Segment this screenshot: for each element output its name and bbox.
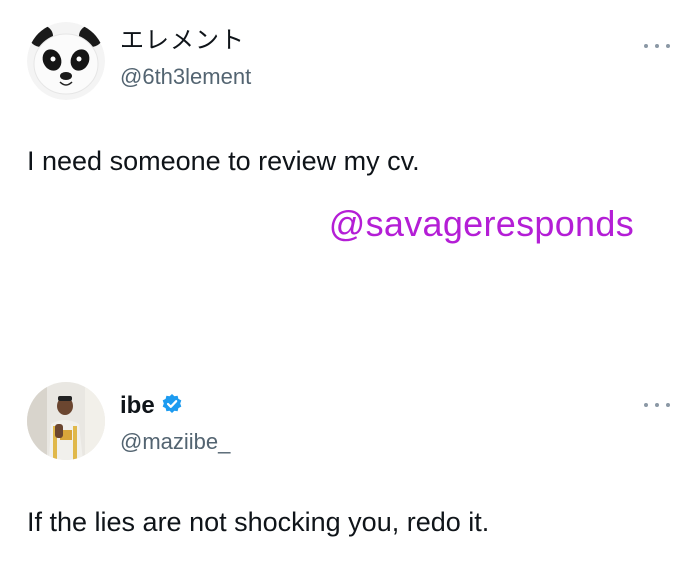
dot [655, 44, 659, 48]
tweet-text: If the lies are not shocking you, redo i… [27, 507, 490, 537]
dot [666, 44, 670, 48]
verified-badge-icon[interactable] [161, 393, 183, 415]
panda-avatar[interactable] [27, 22, 105, 100]
more-options-icon[interactable] [644, 402, 670, 408]
user-handle[interactable]: @maziibe_ [120, 431, 230, 453]
display-name-row[interactable]: ibe [120, 394, 183, 418]
dot [655, 403, 659, 407]
display-name[interactable]: エレメント [120, 29, 245, 53]
tweet-2[interactable]: ibe @maziibe_ If the lies are not shocki… [0, 330, 700, 571]
watermark: @savageresponds [328, 203, 634, 244]
tweet-text: I need someone to review my cv. [27, 146, 420, 176]
user-handle[interactable]: @6th3lement [120, 66, 251, 88]
person-photo-avatar[interactable] [27, 382, 105, 460]
display-name[interactable]: ibe [120, 394, 155, 418]
dot [666, 403, 670, 407]
more-options-icon[interactable] [644, 43, 670, 49]
tweet-1[interactable]: エレメント @6th3lement I need someone to revi… [0, 0, 700, 330]
dot [644, 44, 648, 48]
dot [644, 403, 648, 407]
